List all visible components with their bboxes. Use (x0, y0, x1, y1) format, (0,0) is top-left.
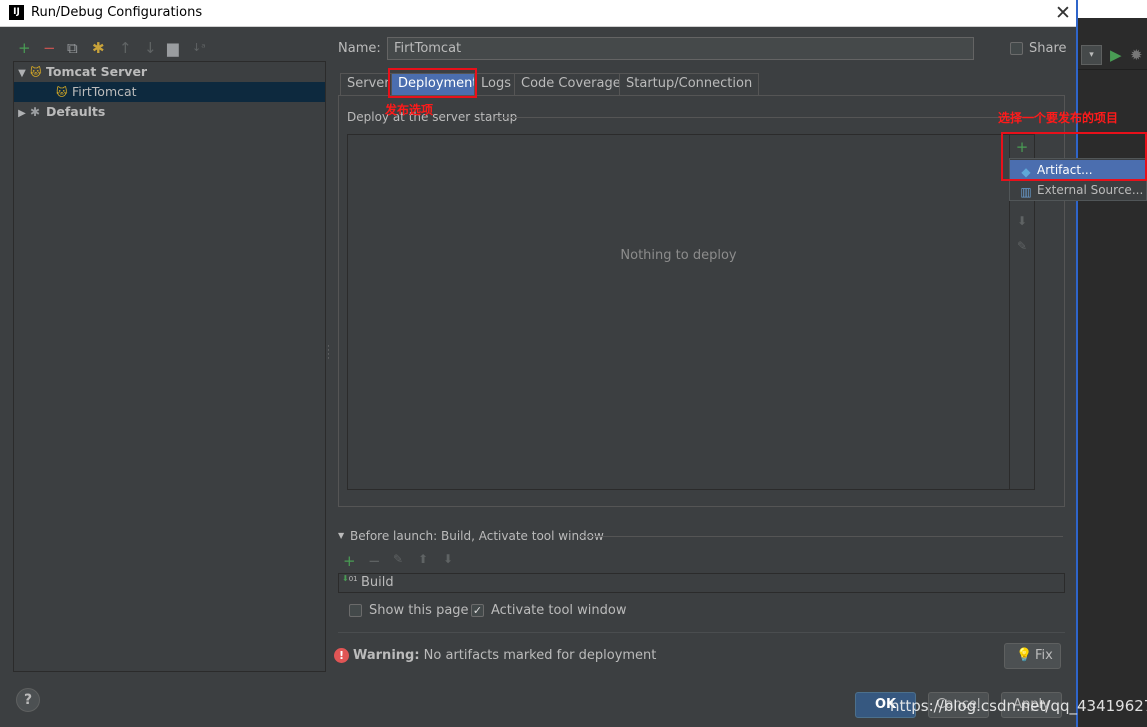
copy-config-icon[interactable]: ⧉ (67, 40, 78, 56)
dialog-title-bar: IJ Run/Debug Configurations ✕ (0, 0, 1077, 27)
name-field[interactable]: FirtTomcat (387, 37, 974, 60)
splitter-handle[interactable]: · · · · (327, 343, 330, 364)
show-page-label: Show this page (369, 603, 469, 618)
warning-separator (338, 632, 1065, 633)
warning-prefix: Warning: (353, 648, 420, 663)
edit-task-icon[interactable]: ✎ (393, 552, 403, 566)
warning-icon: ! (334, 648, 349, 663)
build-icon: ⬇01 (342, 574, 358, 584)
close-icon[interactable]: ✕ (1052, 1, 1074, 25)
annotation-label-choose-project: 选择一个要发布的项目 (998, 111, 1119, 125)
run-icon: ▶ (1110, 46, 1122, 64)
run-config-combo: ▾ (1081, 45, 1102, 65)
remove-task-icon[interactable]: − (368, 552, 381, 570)
before-launch-label[interactable]: Before launch: Build, Activate tool wind… (350, 529, 604, 543)
edit-icon[interactable]: ✎ (1010, 238, 1034, 254)
external-source-icon: ▥ (1020, 185, 1032, 199)
share-label: Share (1029, 41, 1067, 56)
tree-item-defaults[interactable]: ▶ ✱ Defaults (14, 102, 325, 122)
move-down-icon[interactable]: ⬇ (1010, 213, 1034, 229)
folder-icon[interactable]: ▆ (167, 40, 179, 56)
watermark-text: https://blog.csdn.net/qq_43419627 (890, 697, 1147, 715)
move-up-icon[interactable]: ⬆ (418, 552, 428, 566)
add-task-icon[interactable]: + (343, 552, 356, 570)
config-tree: ▼ 🐱 Tomcat Server 🐱 FirtTomcat ▶ ✱ Defaults (13, 61, 326, 672)
name-label: Name: (338, 41, 381, 56)
task-row-build[interactable]: ⬇01 Build (338, 573, 1065, 593)
activate-tool-window-label: Activate tool window (491, 603, 627, 618)
menu-item-external-source[interactable]: ▥ External Source... (1010, 180, 1146, 200)
before-launch-separator (580, 536, 1063, 537)
dialog-title: Run/Debug Configurations (31, 5, 203, 20)
tree-config-label: FirtTomcat (72, 84, 137, 99)
warning-text: No artifacts marked for deployment (423, 648, 657, 663)
add-config-icon[interactable]: + (18, 40, 31, 56)
tab-logs[interactable]: Logs (474, 73, 518, 95)
move-down-icon[interactable]: ⬇ (443, 552, 453, 566)
background-title-strip (1078, 0, 1147, 18)
collapse-arrow-icon[interactable]: ▶ (14, 104, 30, 124)
empty-deploy-text: Nothing to deploy (620, 248, 737, 263)
lightbulb-icon: 💡 (1016, 648, 1033, 663)
deploy-list[interactable] (347, 134, 1010, 490)
task-label: Build (361, 575, 394, 590)
tomcat-icon: 🐱 (30, 66, 42, 79)
sort-icon[interactable]: ↓ᵃ (192, 40, 206, 56)
expand-arrow-icon[interactable]: ▼ (14, 64, 30, 84)
toolbar-divider (1078, 69, 1147, 70)
before-launch-toggle-icon[interactable]: ▼ (338, 531, 344, 540)
move-up-icon[interactable]: ↑ (119, 40, 132, 56)
annotation-label-deploy-option: 发布选项 (385, 103, 434, 117)
tomcat-icon: 🐱 (56, 86, 68, 99)
tree-item-tomcat-server[interactable]: ▼ 🐱 Tomcat Server (14, 62, 325, 82)
menu-item-label: External Source... (1037, 183, 1144, 197)
annotation-box-artifact (1001, 132, 1147, 181)
annotation-box-deployment-tab (388, 68, 477, 98)
deploy-section-separator (495, 117, 1035, 118)
debug-icon: ✹ (1130, 46, 1143, 64)
remove-config-icon[interactable]: − (43, 40, 56, 56)
fix-button[interactable]: 💡 Fix (1004, 643, 1061, 669)
activate-tool-window-checkbox[interactable]: ✓ (471, 604, 484, 617)
defaults-icon: ✱ (30, 105, 41, 119)
tree-item-firttomcat[interactable]: 🐱 FirtTomcat (14, 82, 325, 102)
help-button[interactable]: ? (16, 688, 40, 712)
show-page-checkbox[interactable] (349, 604, 362, 617)
fix-label: Fix (1035, 648, 1053, 663)
intellij-icon: IJ (9, 5, 24, 20)
edit-defaults-icon[interactable]: ✱ (92, 40, 105, 56)
move-down-icon[interactable]: ↓ (144, 40, 157, 56)
tree-defaults-label: Defaults (46, 104, 106, 119)
tree-group-label: Tomcat Server (46, 64, 148, 79)
share-checkbox[interactable] (1010, 42, 1023, 55)
tab-startup-connection[interactable]: Startup/Connection (619, 73, 760, 95)
warning-message: Warning: No artifacts marked for deploym… (353, 648, 656, 663)
tab-code-coverage[interactable]: Code Coverage (514, 73, 628, 95)
